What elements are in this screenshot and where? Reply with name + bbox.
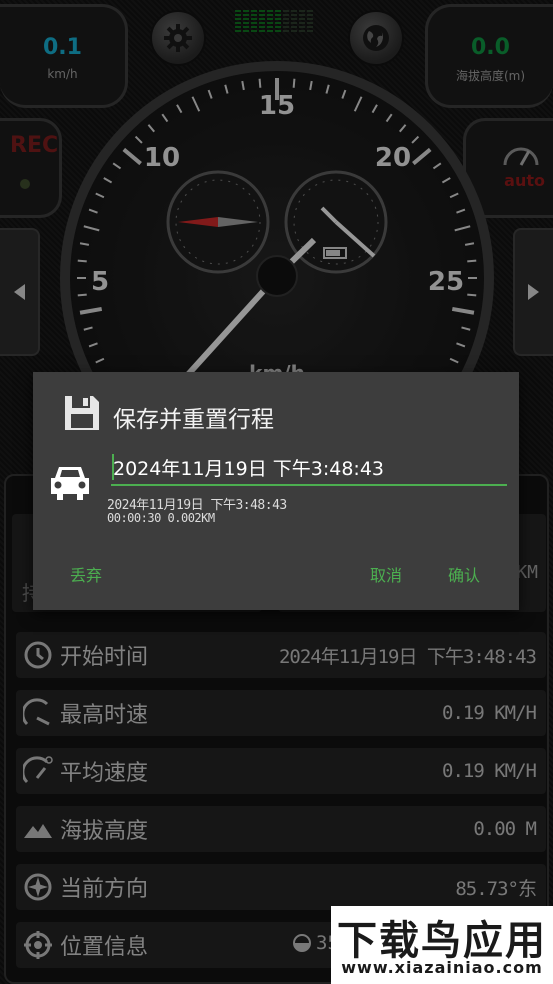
confirm-button[interactable]: 确认 [448, 562, 480, 586]
save-reset-trip-dialog: 保存并重置行程 2024年11月19日 下午3:48:43 00:00:30 0… [33, 372, 519, 610]
dialog-title: 保存并重置行程 [113, 407, 274, 433]
trip-duration-distance-text: 00:00:30 0.002KM [107, 511, 215, 525]
car-icon [47, 462, 93, 506]
cancel-button[interactable]: 取消 [370, 562, 402, 586]
text-caret [112, 454, 114, 480]
watermark-logo: 下载鸟应用 www.xiazainiao.com [331, 906, 553, 984]
discard-button[interactable]: 丢弃 [70, 562, 102, 586]
trip-name-input[interactable] [111, 452, 507, 486]
save-icon [63, 394, 101, 436]
speedometer-app-screen: 0.1 km/h 0.0 海拔高度(m) REC auto 5 10 15 20… [0, 0, 553, 984]
watermark-url: www.xiazainiao.com [341, 958, 543, 977]
